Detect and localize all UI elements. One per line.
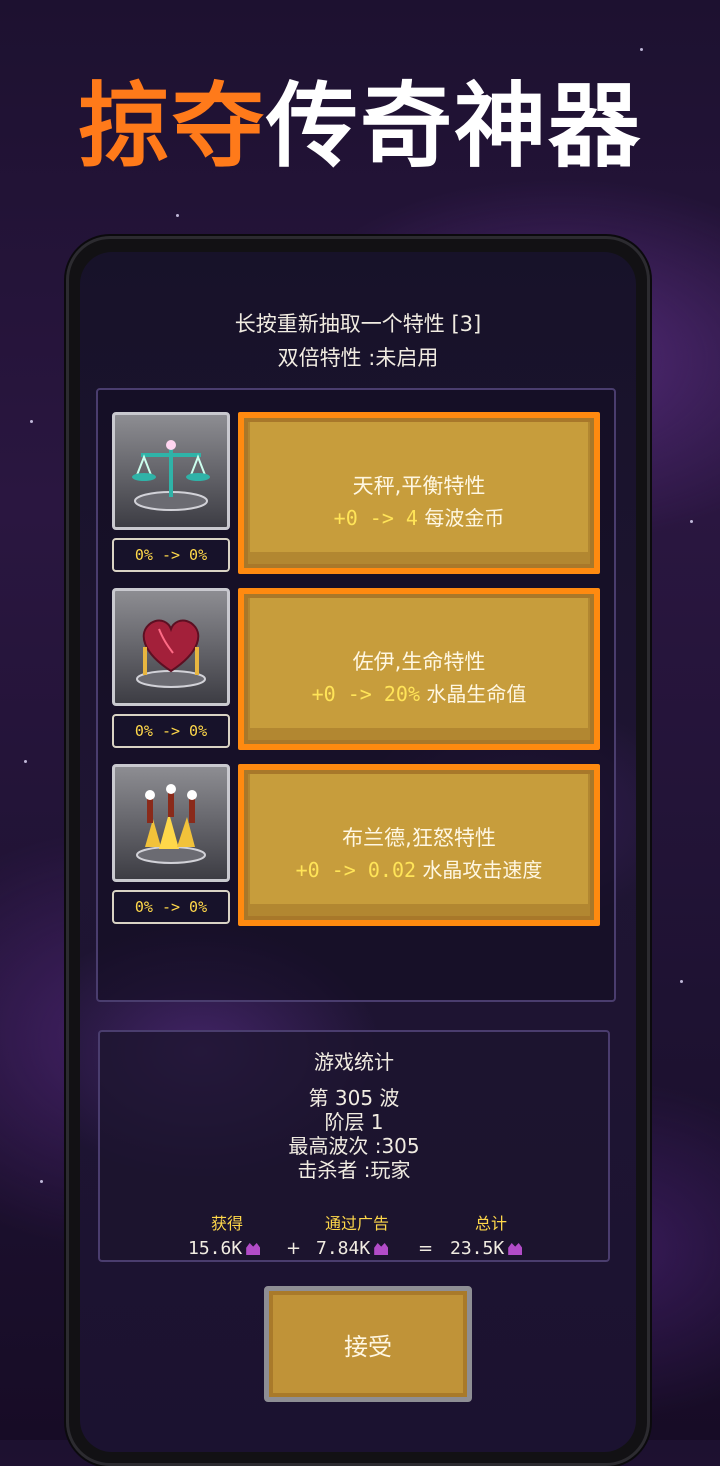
trait-percent: 0% -> 0% bbox=[112, 538, 230, 572]
star bbox=[30, 420, 33, 423]
ad-value: 7.84K bbox=[316, 1238, 389, 1259]
star bbox=[680, 980, 683, 983]
game-stats-panel: 游戏统计 第 305 波 阶层 1 最高波次 :305 击杀者 :玩家 获得 通… bbox=[98, 1030, 610, 1262]
trait-delta: +0 -> 0.02 bbox=[295, 858, 417, 882]
stats-title: 游戏统计 bbox=[314, 1050, 394, 1074]
trait-row: 0% -> 0% 布兰德,狂怒特性 +0 -> 0.02 水晶攻击速度 bbox=[112, 764, 600, 930]
gem-icon bbox=[508, 1243, 523, 1255]
headline-rest: 传奇神器 bbox=[266, 73, 643, 180]
reroll-hint: 长按重新抽取一个特性 [3] bbox=[234, 312, 482, 336]
trait-effect: 水晶生命值 bbox=[426, 682, 527, 706]
plus-sign: + bbox=[286, 1238, 302, 1259]
double-trait-status: 双倍特性 :未启用 bbox=[277, 346, 439, 370]
accept-label: 接受 bbox=[344, 1332, 392, 1361]
total-amount: 23.5K bbox=[450, 1238, 505, 1259]
trait-percent: 0% -> 0% bbox=[112, 890, 230, 924]
heart-icon[interactable] bbox=[112, 588, 230, 706]
scales-icon[interactable] bbox=[112, 412, 230, 530]
trait-name: 天秤,平衡特性 bbox=[352, 474, 486, 498]
trait-name: 佐伊,生命特性 bbox=[352, 650, 486, 674]
earned-value: 15.6K bbox=[188, 1238, 261, 1259]
trait-percent: 0% -> 0% bbox=[112, 714, 230, 748]
ad-amount: 7.84K bbox=[316, 1238, 371, 1259]
ad-label: 通过广告 bbox=[324, 1214, 389, 1233]
phone-frame: 长按重新抽取一个特性 [3] 双倍特性 :未启用 0% -> 0% 天秤,平衡特… bbox=[66, 236, 650, 1466]
trait-effect-line: +0 -> 20% 水晶生命值 bbox=[244, 678, 594, 707]
traits-panel: 0% -> 0% 天秤,平衡特性 +0 -> 4 每波金币 0% -> 0% 佐… bbox=[96, 388, 616, 1002]
stat-wave: 第 305 波 bbox=[308, 1086, 400, 1110]
trait-card[interactable]: 布兰德,狂怒特性 +0 -> 0.02 水晶攻击速度 bbox=[238, 764, 600, 926]
stat-best-wave: 最高波次 :305 bbox=[288, 1134, 420, 1158]
gem-icon bbox=[374, 1243, 389, 1255]
trait-row: 0% -> 0% 天秤,平衡特性 +0 -> 4 每波金币 bbox=[112, 412, 600, 578]
equals-sign: = bbox=[418, 1238, 434, 1259]
star bbox=[176, 214, 179, 217]
trait-card[interactable]: 佐伊,生命特性 +0 -> 20% 水晶生命值 bbox=[238, 588, 600, 750]
star bbox=[690, 520, 693, 523]
trait-effect: 水晶攻击速度 bbox=[422, 858, 543, 882]
headline-highlight: 掠夺 bbox=[77, 73, 266, 180]
trait-effect-line: +0 -> 0.02 水晶攻击速度 bbox=[244, 854, 594, 883]
trait-row: 0% -> 0% 佐伊,生命特性 +0 -> 20% 水晶生命值 bbox=[112, 588, 600, 754]
accept-button[interactable]: 接受 bbox=[264, 1286, 472, 1402]
stat-tier: 阶层 1 bbox=[324, 1110, 384, 1134]
earned-label: 获得 bbox=[210, 1214, 243, 1233]
earned-amount: 15.6K bbox=[188, 1238, 243, 1259]
trait-effect: 每波金币 bbox=[424, 506, 505, 530]
promo-headline: 掠夺传奇神器 bbox=[0, 72, 720, 182]
star bbox=[40, 1180, 43, 1183]
trait-name: 布兰德,狂怒特性 bbox=[342, 826, 496, 850]
trait-delta: +0 -> 20% bbox=[311, 682, 420, 706]
star bbox=[24, 760, 27, 763]
crystal-fire-icon[interactable] bbox=[112, 764, 230, 882]
stat-killed-by: 击杀者 :玩家 bbox=[297, 1158, 411, 1182]
total-value: 23.5K bbox=[450, 1238, 523, 1259]
trait-effect-line: +0 -> 4 每波金币 bbox=[244, 502, 594, 531]
trait-delta: +0 -> 4 bbox=[333, 506, 418, 530]
star bbox=[640, 48, 643, 51]
game-screen: 长按重新抽取一个特性 [3] 双倍特性 :未启用 0% -> 0% 天秤,平衡特… bbox=[80, 252, 636, 1452]
total-label: 总计 bbox=[474, 1214, 507, 1233]
trait-card[interactable]: 天秤,平衡特性 +0 -> 4 每波金币 bbox=[238, 412, 600, 574]
gem-icon bbox=[246, 1243, 261, 1255]
